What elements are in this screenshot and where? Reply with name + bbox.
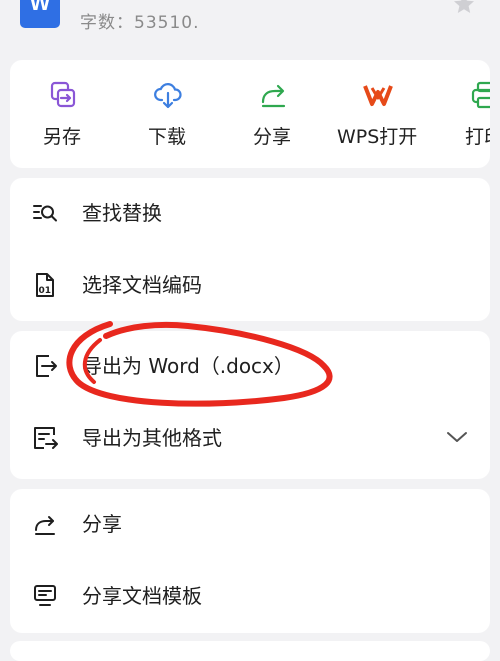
share-template-item[interactable]: 分享文档模板 [10,561,490,633]
export-other-formats-item[interactable]: 导出为其他格式 [10,403,490,475]
save-as-button[interactable]: 另存 [10,60,110,168]
quick-actions-card: 另存 下载 分享 WPS打开 打印 [10,60,490,168]
document-encoding-label: 选择文档编码 [82,273,202,297]
word-count: 字数：53510. [80,13,200,33]
document-header: W 字数：53510. [0,0,500,44]
wps-open-label: WPS打开 [337,126,418,148]
find-replace-icon [33,205,57,222]
wps-logo-icon [363,85,393,106]
export-word-item[interactable]: 导出为 Word（.docx） [10,331,490,403]
export-icon [36,355,57,377]
star-icon[interactable] [452,0,476,16]
share-group-card: 分享 分享文档模板 [10,489,490,633]
print-label: 打印 [465,126,490,148]
chevron-down-icon[interactable] [446,429,468,445]
download-label: 下载 [148,126,187,148]
share-item[interactable]: 分享 [10,489,490,561]
download-button[interactable]: 下载 [115,60,215,168]
word-logo: W [20,0,60,28]
cloud-download-icon [154,83,182,109]
search-group-card: 查找替换 01 选择文档编码 [10,178,490,321]
print-button[interactable]: 打印 [450,60,490,168]
wps-open-button[interactable]: WPS打开 [325,60,455,168]
export-other-formats-label: 导出为其他格式 [82,426,222,450]
svg-text:01: 01 [39,286,52,296]
save-as-icon [50,81,76,108]
share-icon [35,516,55,535]
export-group-card: 导出为 Word（.docx） 导出为其他格式 [10,331,490,479]
share-label: 分享 [253,126,292,148]
print-icon [471,81,490,109]
save-as-label: 另存 [43,126,82,148]
share-button[interactable]: 分享 [220,60,320,168]
find-replace-item[interactable]: 查找替换 [10,178,490,250]
document-encoding-item[interactable]: 01 选择文档编码 [10,250,490,322]
find-replace-label: 查找替换 [82,201,162,225]
template-icon [34,585,56,606]
next-card-edge [10,641,490,661]
share-template-label: 分享文档模板 [82,584,202,608]
share-icon [261,84,286,108]
export-word-label: 导出为 Word（.docx） [82,354,294,378]
export-format-icon [34,427,58,449]
share-item-label: 分享 [82,512,122,536]
document-encoding-icon: 01 [36,273,54,297]
